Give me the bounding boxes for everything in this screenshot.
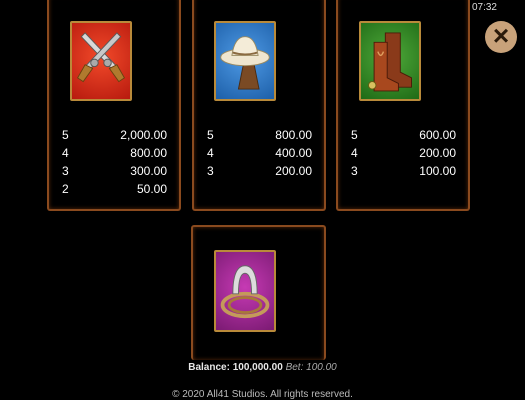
pay-count: 5	[62, 128, 69, 142]
pay-row: 4 400.00	[207, 144, 312, 162]
pay-count: 4	[62, 146, 69, 160]
pay-value: 200.00	[275, 164, 312, 178]
paytable-panel-hat: 5 800.00 4 400.00 3 200.00	[192, 0, 326, 211]
pay-row: 5 800.00	[207, 126, 312, 144]
pay-value: 2,000.00	[120, 128, 167, 142]
pay-row: 5 600.00	[351, 126, 456, 144]
horseshoe-lasso-icon	[214, 250, 276, 332]
pay-count: 2	[62, 182, 69, 196]
pay-value: 800.00	[130, 146, 167, 160]
pay-count: 5	[351, 128, 358, 142]
bet-value: 100.00	[306, 362, 337, 373]
pay-count: 3	[207, 164, 214, 178]
pay-value: 800.00	[275, 128, 312, 142]
status-time: 07:32	[471, 2, 497, 13]
pay-value: 200.00	[419, 146, 456, 160]
balance-value: 100,000.00	[232, 362, 283, 373]
paytable-hat: 5 800.00 4 400.00 3 200.00	[207, 126, 312, 180]
cowboy-hat-icon	[214, 21, 276, 101]
pay-row: 2 50.00	[62, 180, 167, 198]
pay-count: 3	[62, 164, 69, 178]
balance-label: Balance:	[188, 362, 230, 373]
pay-row: 3 200.00	[207, 162, 312, 180]
crossed-pistols-icon	[70, 21, 132, 101]
paytable-pistols: 5 2,000.00 4 800.00 3 300.00 2 50.00	[62, 126, 167, 198]
paytable-panel-boots: 5 600.00 4 200.00 3 100.00	[336, 0, 470, 211]
pay-value: 100.00	[419, 164, 456, 178]
paytable-panel-pistols: 5 2,000.00 4 800.00 3 300.00 2 50.00	[47, 0, 181, 211]
paytable-boots: 5 600.00 4 200.00 3 100.00	[351, 126, 456, 180]
pay-row: 3 100.00	[351, 162, 456, 180]
pay-count: 3	[351, 164, 358, 178]
pay-count: 5	[207, 128, 214, 142]
copyright-text: © 2020 All41 Studios. All rights reserve…	[172, 389, 353, 400]
pay-value: 600.00	[419, 128, 456, 142]
pay-row: 3 300.00	[62, 162, 167, 180]
pay-count: 4	[351, 146, 358, 160]
balance-bar: Balance: 100,000.00 Bet: 100.00	[0, 362, 525, 373]
pay-value: 400.00	[275, 146, 312, 160]
bet-label: Bet:	[285, 362, 304, 373]
close-button[interactable]: ×	[485, 21, 517, 53]
pay-value: 300.00	[130, 164, 167, 178]
pay-row: 5 2,000.00	[62, 126, 167, 144]
paytable-panel-horseshoe	[191, 225, 326, 360]
pay-row: 4 200.00	[351, 144, 456, 162]
pay-count: 4	[207, 146, 214, 160]
pay-value: 50.00	[136, 182, 167, 196]
pay-row: 4 800.00	[62, 144, 167, 162]
cowboy-boots-icon	[359, 21, 421, 101]
